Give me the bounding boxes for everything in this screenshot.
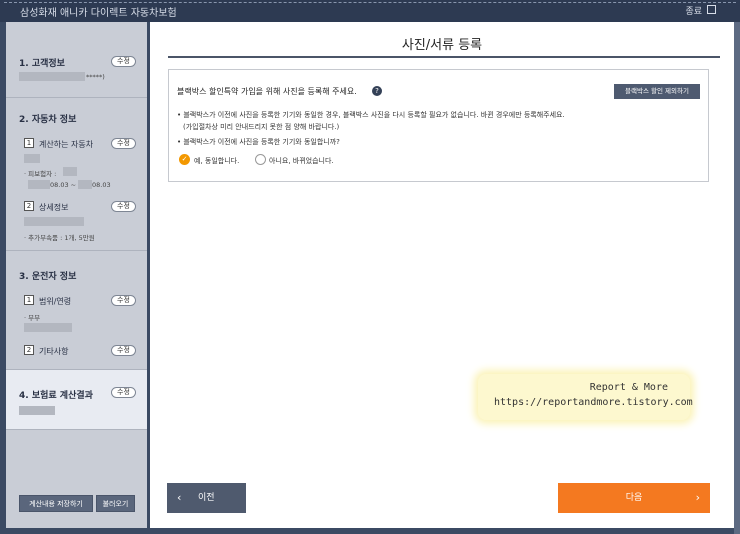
next-label: 다음 [625, 493, 643, 503]
section-driver[interactable]: 3. 운전자 정보 1 범위/연령 수정 · 부부 2 기타사항 수정 [6, 251, 147, 370]
masked-value [24, 323, 72, 332]
watermark-line1: Report & More [589, 382, 668, 393]
customer-masked-id: *****) [86, 73, 105, 81]
driver-scope: · 부부 [24, 314, 41, 322]
window-edge [734, 22, 740, 534]
masked-value [24, 154, 40, 163]
section-result-title: 4. 보험료 계산결과 [19, 391, 93, 401]
option-yes-label[interactable]: 예, 동일합니다. [194, 156, 239, 166]
section-result[interactable]: 4. 보험료 계산결과 수정 [6, 370, 147, 430]
vehicle-sub2-edit-button[interactable]: 수정 [111, 201, 136, 212]
close-button[interactable]: 종료 [685, 4, 702, 17]
panel-question: • 블랙박스가 이전에 사진을 등록한 기기와 동일합니까? [177, 138, 340, 146]
masked-value [19, 72, 85, 81]
masked-value [78, 180, 92, 189]
exclude-discount-button[interactable]: 블랙박스 할인 제외하기 [614, 84, 700, 99]
load-button[interactable]: 불러오기 [96, 495, 135, 512]
vehicle-sub1-label: 계산하는 자동차 [39, 140, 94, 149]
close-icon[interactable] [707, 5, 716, 14]
title-divider [4, 2, 736, 3]
help-icon[interactable]: ? [372, 86, 382, 96]
driver-sub2-label: 기타사항 [39, 347, 69, 356]
driver-sub1-edit-button[interactable]: 수정 [111, 295, 136, 306]
blackbox-panel: 블랙박스 할인특약 가입을 위해 사진을 등록해 주세요. ? 블랙박스 할인 … [168, 69, 709, 182]
masked-value [24, 217, 84, 226]
result-edit-button[interactable]: 수정 [111, 387, 136, 398]
next-button[interactable]: 다음 › [558, 483, 710, 513]
panel-note-apology: (가입절차상 미리 안내드리지 못한 점 양해 바랍니다.) [183, 123, 340, 131]
save-calculation-button[interactable]: 계산내용 저장하기 [19, 495, 93, 512]
driver-sub2-edit-button[interactable]: 수정 [111, 345, 136, 356]
masked-value [28, 180, 50, 189]
vehicle-sub1-edit-button[interactable]: 수정 [111, 138, 136, 149]
insured-label: · 피보험자 : [24, 170, 57, 178]
app-window: 삼성화재 애니카 다이렉트 자동차보험 종료 1. 고객정보 수정 *****)… [0, 0, 740, 534]
option-no-label[interactable]: 아니요, 바뀌었습니다. [269, 156, 334, 166]
masked-value [19, 406, 55, 415]
main-content: 사진/서류 등록 블랙박스 할인특약 가입을 위해 사진을 등록해 주세요. ?… [150, 22, 734, 528]
check-icon[interactable]: ✓ [179, 154, 190, 165]
driver-sub1-label: 범위/연령 [39, 297, 72, 306]
driver-sub1-number: 1 [24, 295, 34, 305]
period-start: 08.03 ~ [50, 181, 77, 189]
extras-info: · 추가부속품 : 1개, 5만원 [24, 234, 95, 242]
section-driver-title: 3. 운전자 정보 [19, 272, 77, 282]
prev-button[interactable]: ‹ 이전 [167, 483, 246, 513]
vehicle-sub2-label: 상세정보 [39, 203, 69, 212]
title-bar: 삼성화재 애니카 다이렉트 자동차보험 종료 [0, 0, 740, 22]
window-title: 삼성화재 애니카 다이렉트 자동차보험 [20, 8, 177, 19]
chevron-left-icon: ‹ [177, 491, 182, 504]
radio-icon[interactable] [255, 154, 266, 165]
section-vehicle[interactable]: 2. 자동차 정보 1 계산하는 자동차 수정 · 피보험자 : 08.03 ~… [6, 98, 147, 251]
prev-label: 이전 [198, 493, 215, 503]
section-customer[interactable]: 1. 고객정보 수정 *****) [6, 22, 147, 98]
panel-heading: 블랙박스 할인특약 가입을 위해 사진을 등록해 주세요. [177, 87, 357, 96]
watermark-line2: https://reportandmore.tistory.com [494, 397, 693, 408]
title-divider [168, 56, 720, 58]
period-end: 08.03 [92, 181, 111, 189]
masked-value [63, 167, 77, 176]
vehicle-sub2-number: 2 [24, 201, 34, 211]
watermark: Report & More https://reportandmore.tist… [478, 374, 693, 420]
chevron-right-icon: › [695, 491, 700, 504]
vehicle-sub1-number: 1 [24, 138, 34, 148]
customer-edit-button[interactable]: 수정 [111, 56, 136, 67]
section-vehicle-title: 2. 자동차 정보 [19, 115, 77, 125]
page-title: 사진/서류 등록 [401, 38, 483, 53]
sidebar: 1. 고객정보 수정 *****) 2. 자동차 정보 1 계산하는 자동차 수… [6, 22, 147, 528]
panel-note: • 블랙박스가 이전에 사진을 등록한 기기와 동일한 경우, 블랙박스 사진을… [177, 111, 565, 119]
section-customer-title: 1. 고객정보 [19, 59, 65, 69]
driver-sub2-number: 2 [24, 345, 34, 355]
